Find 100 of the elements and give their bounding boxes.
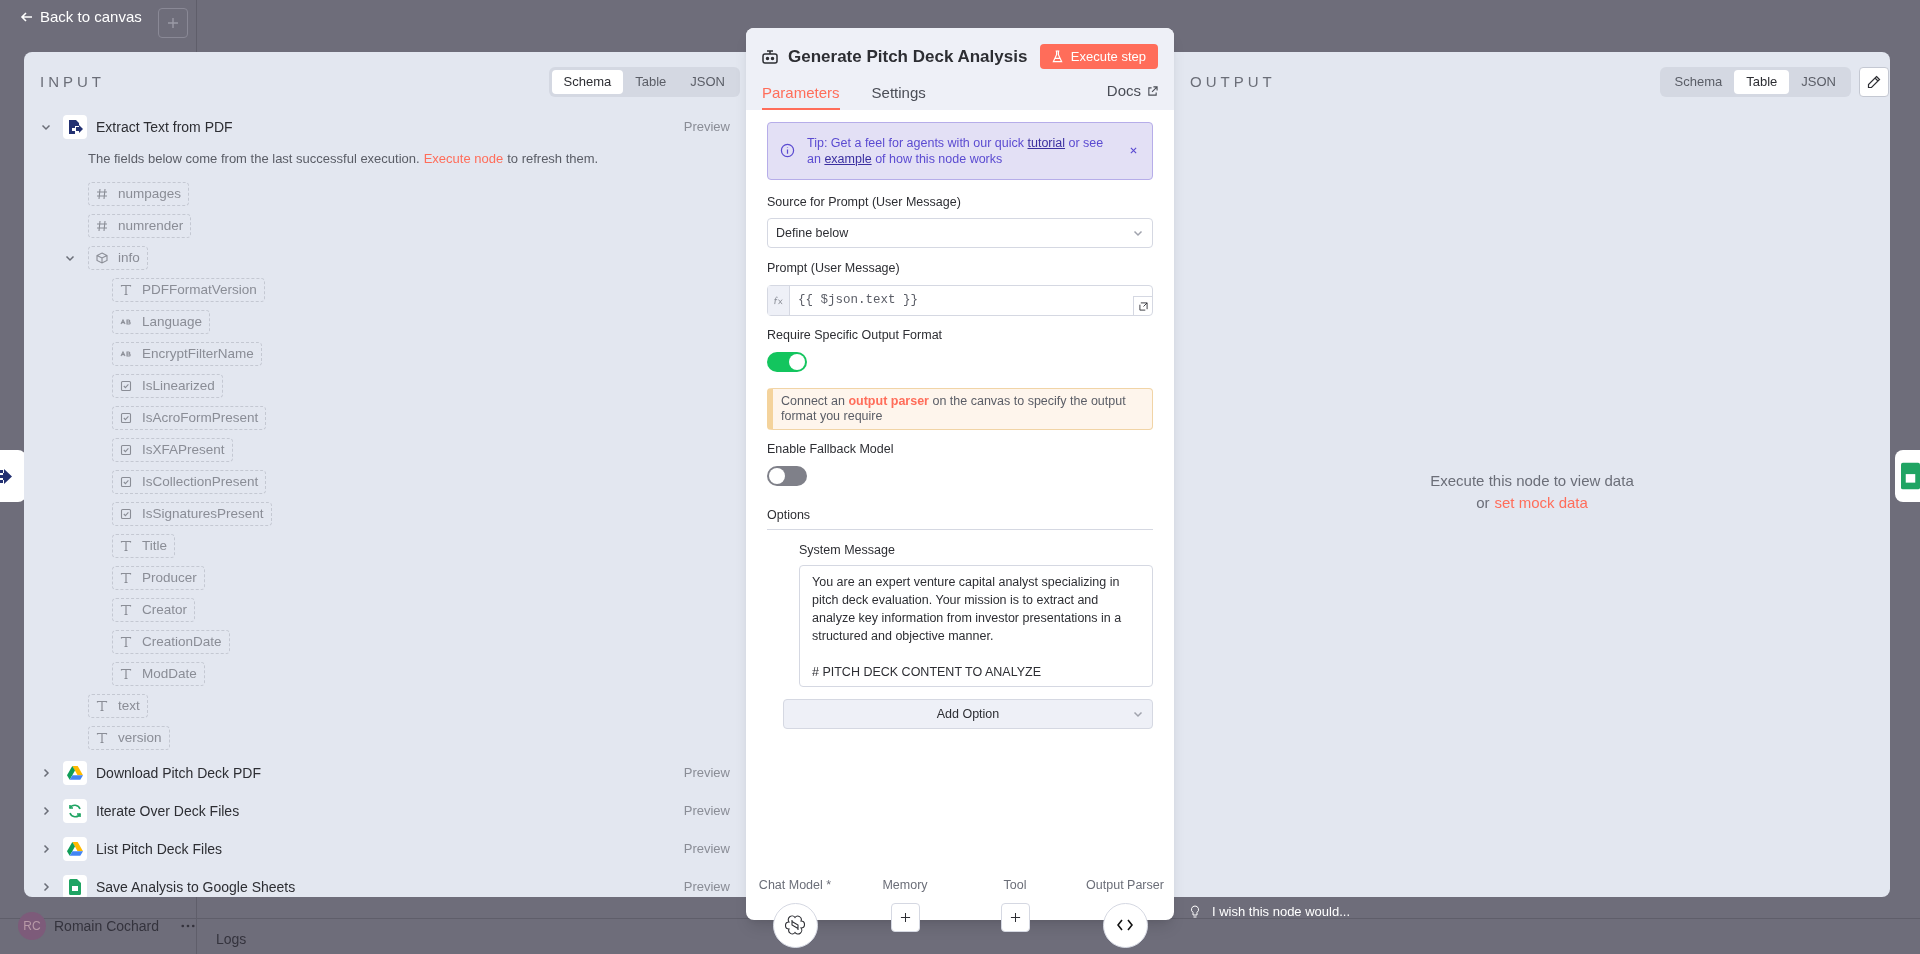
text-type-icon <box>120 604 132 616</box>
docs-link[interactable]: Docs <box>1106 80 1158 103</box>
connector-label: Memory <box>882 877 928 894</box>
link[interactable]: tutorial <box>1027 135 1066 150</box>
checkbox-type-icon <box>120 444 132 456</box>
letters-type-icon <box>120 348 132 360</box>
field-pill[interactable]: version <box>88 726 170 750</box>
section-title: Options <box>767 507 811 522</box>
more-icon <box>181 924 196 928</box>
flask-icon <box>1051 50 1063 64</box>
field-label: Enable Fallback Model <box>767 440 895 458</box>
field-pill[interactable]: IsXFAPresent <box>112 438 233 462</box>
toggle-switch[interactable] <box>767 351 807 372</box>
node-name[interactable]: List Pitch Deck Files <box>96 838 223 860</box>
text-type-icon <box>96 700 108 712</box>
preview-link[interactable]: Preview <box>683 117 730 137</box>
field-pill[interactable]: PDFFormatVersion <box>112 278 265 302</box>
triangle-logo-icon <box>67 766 83 780</box>
preview-link[interactable]: Preview <box>683 801 730 821</box>
view-tab[interactable]: Table <box>623 70 679 94</box>
system-message-field[interactable]: You are an expert venture capital analyst specializing in pitch deck evaluation. Your mission is to extract and analyze key information from investor presentations in a structured and objective manner. # PITCH DECK CONTENT TO ANALYZE <box>799 565 1153 688</box>
view-tab[interactable]: JSON <box>678 70 737 94</box>
field-pill[interactable]: text <box>88 694 148 718</box>
cube-icon <box>96 252 108 264</box>
settings-tab[interactable]: Settings <box>871 79 926 110</box>
settings-tab[interactable]: Parameters <box>762 79 840 110</box>
plus-icon <box>167 17 179 29</box>
execute-step-button[interactable]: Execute step <box>1039 44 1158 70</box>
edit-button[interactable] <box>1859 67 1889 97</box>
field-pill[interactable]: CreationDate <box>112 630 230 654</box>
plus-icon <box>1009 911 1021 923</box>
arrow-right-icon <box>0 466 14 486</box>
preview-link[interactable]: Preview <box>683 839 730 859</box>
node-name[interactable]: Save Analysis to Google Sheets <box>96 876 296 897</box>
text-type-icon <box>120 572 132 584</box>
view-tab[interactable]: JSON <box>1789 70 1848 94</box>
field-pill[interactable]: EncryptFilterName <box>112 342 262 366</box>
node-name[interactable]: Iterate Over Deck Files <box>96 800 240 822</box>
link[interactable]: Execute node <box>423 149 504 169</box>
view-tab[interactable]: Table <box>1734 70 1790 94</box>
connector-button[interactable] <box>890 902 920 932</box>
checkbox-type-icon <box>120 476 132 488</box>
panel-title: OUTPUT <box>1190 71 1276 92</box>
field-pill[interactable]: ModDate <box>112 662 205 686</box>
toggle-switch[interactable] <box>767 465 807 486</box>
text-type-icon <box>120 284 132 296</box>
hash-icon <box>96 220 108 232</box>
preview-link[interactable]: Preview <box>683 877 730 897</box>
expand-icon <box>1138 301 1148 311</box>
notice-text: Connect an output parser on the canvas to specify the output format you require <box>781 393 1127 424</box>
link[interactable]: example <box>824 151 872 166</box>
expression-value: {{ $json.text }} <box>798 292 919 310</box>
lightbulb-icon <box>1190 904 1200 919</box>
function-icon <box>773 296 784 305</box>
connector-label: Tool <box>1003 877 1027 894</box>
tip-text: Tip: Get a feel for agents with our quick tutorial or see an example of how this node works <box>807 134 1105 167</box>
robot-icon <box>762 48 778 65</box>
node-title: Generate Pitch Deck Analysis <box>788 46 1028 68</box>
preview-link[interactable]: Preview <box>683 763 730 783</box>
field-label: Source for Prompt (User Message) <box>767 193 962 211</box>
source-select[interactable]: Define below <box>767 218 1153 249</box>
letters-type-icon <box>120 316 132 328</box>
field-label: System Message <box>799 541 896 559</box>
empty-state-text: Execute this node to view data <box>1430 470 1634 491</box>
text-type-icon <box>120 668 132 680</box>
user-avatar: RC <box>18 912 46 940</box>
connector-label: Chat Model * <box>758 877 832 894</box>
checkbox-type-icon <box>120 508 132 520</box>
expression-field[interactable]: {{ $json.text }} <box>767 285 1153 316</box>
text-type-icon <box>120 540 132 552</box>
view-tab[interactable]: Schema <box>1662 70 1735 94</box>
expand-button[interactable] <box>1133 296 1152 315</box>
field-pill[interactable]: IsSignaturesPresent <box>112 502 272 526</box>
hash-icon <box>96 188 108 200</box>
field-pill[interactable]: Language <box>112 310 211 334</box>
field-pill[interactable]: info <box>88 246 148 270</box>
notice-text: The fields below come from the last successful execution. Execute node to refresh them. <box>87 148 600 171</box>
connector-button[interactable] <box>1000 902 1030 932</box>
field-pill[interactable]: numrender <box>88 214 192 238</box>
back-to-canvas-link[interactable]: Back to canvas <box>20 6 142 29</box>
field-pill[interactable]: IsCollectionPresent <box>112 470 267 494</box>
field-label: Require Specific Output Format <box>767 327 944 344</box>
set-mock-data-link[interactable]: set mock data <box>1494 492 1588 515</box>
connector-label: Output Parser <box>1086 877 1164 894</box>
field-pill[interactable]: IsAcroFormPresent <box>112 406 267 430</box>
info-icon <box>780 143 795 158</box>
link[interactable]: output parser <box>848 393 929 408</box>
external-link-icon <box>1147 85 1158 97</box>
field-pill[interactable]: Producer <box>112 566 205 590</box>
add-option-button[interactable]: Add Option <box>783 699 1153 730</box>
field-pill[interactable]: numpages <box>88 182 190 206</box>
pencil-icon <box>1867 75 1881 89</box>
feedback-link[interactable]: I wish this node would... <box>1212 902 1351 922</box>
node-name[interactable]: Download Pitch Deck PDF <box>96 762 261 784</box>
node-name[interactable]: Extract Text from PDF <box>96 116 233 138</box>
field-pill[interactable]: Creator <box>112 598 195 622</box>
panel-title: INPUT <box>40 71 105 92</box>
field-pill[interactable]: Title <box>112 534 175 558</box>
view-tab[interactable]: Schema <box>551 70 624 94</box>
field-pill[interactable]: IsLinearized <box>112 374 223 398</box>
